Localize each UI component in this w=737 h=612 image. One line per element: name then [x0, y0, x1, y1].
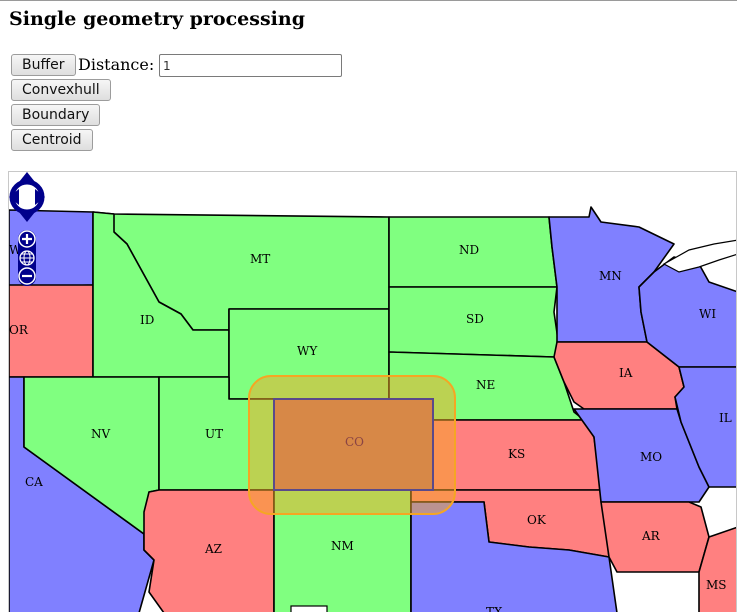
state-label-co: CO [345, 435, 364, 449]
pan-arrows-icon[interactable] [9, 172, 45, 222]
map-viewport[interactable]: WA OR CA MT ID WY NV UT AZ CO NM ND SD N… [8, 171, 737, 612]
state-label-nv: NV [91, 427, 111, 441]
map-navigation [9, 172, 45, 286]
boundary-button[interactable]: Boundary [11, 104, 101, 126]
state-label-ut: UT [205, 427, 223, 441]
state-label-nm: NM [331, 539, 354, 553]
state-label-tx: TX [486, 605, 503, 612]
state-label-ms: MS [706, 578, 727, 592]
page-title: Single geometry processing [9, 8, 305, 30]
state-label-mo: MO [640, 450, 662, 464]
state-label-or: OR [9, 323, 29, 337]
zoom-out-icon[interactable] [18, 267, 36, 285]
state-label-ar: AR [641, 529, 661, 543]
convexhull-button[interactable]: Convexhull [11, 79, 111, 101]
state-label-sd: SD [466, 312, 484, 326]
map-inset-box [290, 605, 328, 612]
distance-input[interactable] [159, 54, 342, 77]
state-label-ca: CA [25, 475, 43, 489]
zoom-world-icon[interactable] [19, 250, 35, 266]
state-label-nd: ND [459, 243, 479, 257]
top-border [0, 0, 737, 1]
state-label-ok: OK [527, 513, 547, 527]
state-label-mt: MT [250, 252, 270, 266]
us-states-map[interactable]: WA OR CA MT ID WY NV UT AZ CO NM ND SD N… [9, 172, 737, 612]
state-label-az: AZ [204, 542, 222, 556]
state-label-id: ID [140, 313, 154, 327]
buffer-button[interactable]: Buffer [11, 54, 76, 76]
state-label-mn: MN [599, 269, 622, 283]
state-label-ks: KS [508, 447, 525, 461]
state-label-wy: WY [297, 344, 318, 358]
state-label-ne: NE [476, 378, 495, 392]
state-label-wi: WI [699, 307, 716, 321]
centroid-button[interactable]: Centroid [11, 129, 93, 151]
state-label-ia: IA [619, 366, 633, 380]
state-label-il: IL [719, 411, 732, 425]
zoom-in-icon[interactable] [18, 230, 36, 248]
distance-label: Distance: [78, 55, 155, 74]
